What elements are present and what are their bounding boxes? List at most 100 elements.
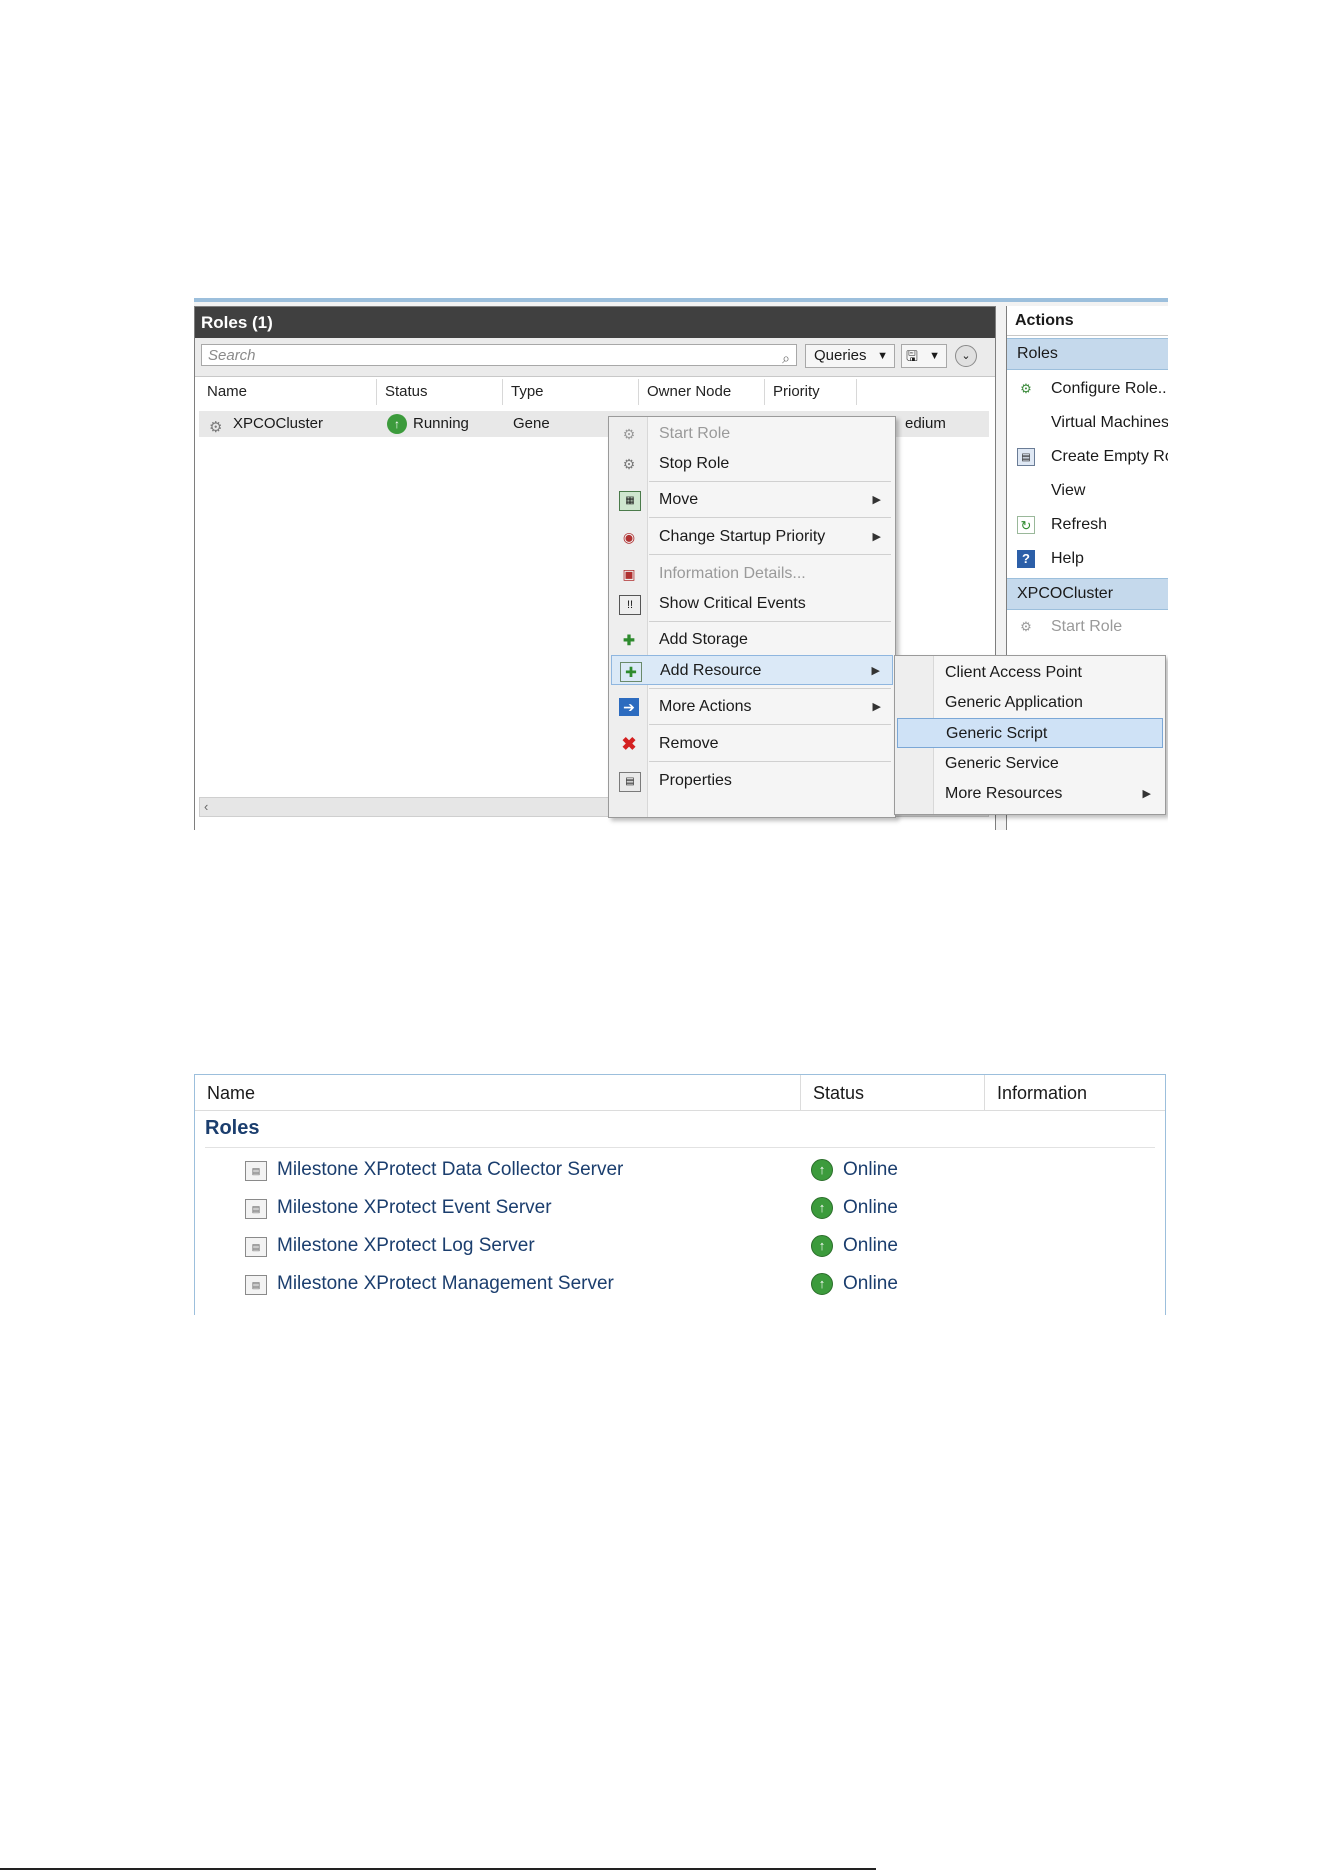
column-header-owner-node[interactable]: Owner Node — [639, 379, 765, 405]
context-menu: ⚙ Start Role ⚙ Stop Role ▦ Move ▶ ◉ Chan… — [608, 416, 896, 818]
column-header-priority[interactable]: Priority — [765, 379, 857, 405]
roles-pane-title: Roles (1) — [195, 307, 995, 338]
table-row[interactable]: ▤ Milestone XProtect Management Server ↑… — [195, 1265, 1165, 1303]
menu-item-label: Stop Role — [659, 455, 730, 472]
remove-icon: ✖ — [621, 734, 637, 754]
server-role-icon: ▤ — [245, 1199, 267, 1219]
action-help[interactable]: ? Help — [1007, 542, 1168, 576]
queries-button[interactable]: Queries ▼ — [805, 344, 895, 368]
submenu-arrow-icon: ▶ — [1142, 788, 1151, 800]
role-name: Milestone XProtect Data Collector Server — [277, 1159, 624, 1180]
menu-item-remove[interactable]: ✖ Remove — [611, 729, 893, 759]
add-storage-icon: ✚ — [623, 632, 635, 648]
start-role-icon: ⚙ — [1020, 619, 1032, 634]
role-name: Milestone XProtect Management Server — [277, 1273, 614, 1294]
chevron-down-icon: ▼ — [929, 350, 940, 362]
menu-separator — [649, 481, 891, 482]
role-priority: edium — [905, 415, 946, 432]
critical-events-icon: !! — [619, 595, 641, 615]
submenu-arrow-icon: ▶ — [872, 494, 881, 506]
menu-item-change-startup-priority[interactable]: ◉ Change Startup Priority ▶ — [611, 522, 893, 552]
online-status-icon: ↑ — [811, 1197, 833, 1219]
role-type: Gene — [513, 415, 550, 432]
action-label: Start Role — [1051, 618, 1123, 635]
submenu-item-generic-application[interactable]: Generic Application — [897, 688, 1163, 718]
action-label: Configure Role... — [1051, 380, 1168, 397]
add-resource-submenu: Client Access Point Generic Application … — [894, 655, 1166, 815]
menu-item-start-role[interactable]: ⚙ Start Role — [611, 419, 893, 449]
scroll-left-icon[interactable]: ‹ — [204, 799, 208, 814]
create-empty-role-icon: ▤ — [1017, 448, 1035, 466]
group-header-roles[interactable]: Roles — [205, 1117, 259, 1140]
role-status: Online — [843, 1159, 898, 1180]
group-divider — [205, 1147, 1155, 1148]
online-status-icon: ↑ — [811, 1273, 833, 1295]
actions-section-cluster[interactable]: XPCOCluster — [1007, 578, 1168, 610]
submenu-arrow-icon: ▶ — [871, 665, 880, 677]
server-role-icon: ▤ — [245, 1161, 267, 1181]
action-refresh[interactable]: ↻ Refresh — [1007, 508, 1168, 542]
menu-item-add-resource[interactable]: ✚ Add Resource ▶ — [611, 655, 893, 685]
column-header-type[interactable]: Type — [503, 379, 639, 405]
search-input[interactable]: Search ⌕ — [201, 344, 797, 366]
table-row[interactable]: ▤ Milestone XProtect Log Server ↑ Online — [195, 1227, 1165, 1265]
submenu-arrow-icon: ▶ — [872, 701, 881, 713]
menu-item-move[interactable]: ▦ Move ▶ — [611, 485, 893, 515]
menu-item-label: Remove — [659, 735, 719, 752]
action-virtual-machines[interactable]: Virtual Machines. — [1007, 406, 1168, 440]
priority-icon: ◉ — [622, 529, 636, 545]
menu-separator — [649, 688, 891, 689]
move-icon: ▦ — [619, 491, 641, 511]
roles-list-screenshot: Name Status Information Roles ▤ Mileston… — [194, 1074, 1166, 1315]
menu-item-show-critical-events[interactable]: !! Show Critical Events — [611, 589, 893, 619]
role-name: XPCOCluster — [233, 415, 324, 432]
menu-separator — [649, 517, 891, 518]
submenu-item-generic-script[interactable]: Generic Script — [897, 718, 1163, 748]
action-create-empty-role[interactable]: ▤ Create Empty Rol — [1007, 440, 1168, 474]
action-label: Help — [1051, 550, 1084, 567]
help-icon: ? — [1017, 550, 1035, 568]
role-status: Online — [843, 1273, 898, 1294]
role-gear-icon: ⚙ — [209, 419, 223, 436]
menu-item-label: Properties — [659, 772, 732, 789]
column-header-status[interactable]: Status — [377, 379, 503, 405]
menu-item-more-actions[interactable]: ➔ More Actions ▶ — [611, 692, 893, 722]
add-resource-icon: ✚ — [620, 662, 642, 682]
expand-toggle-icon[interactable]: ⌄ — [955, 345, 977, 367]
table-row[interactable]: ▤ Milestone XProtect Event Server ↑ Onli… — [195, 1189, 1165, 1227]
configure-role-icon: ⚙ — [1020, 381, 1032, 396]
table-row[interactable]: ▤ Milestone XProtect Data Collector Serv… — [195, 1151, 1165, 1189]
actions-section-roles[interactable]: Roles — [1007, 338, 1168, 370]
save-query-button[interactable]: 🖫 ▼ — [901, 344, 947, 368]
menu-item-stop-role[interactable]: ⚙ Stop Role — [611, 449, 893, 479]
menu-item-label: Start Role — [659, 425, 731, 442]
menu-item-information-details[interactable]: ▣ Information Details... — [611, 559, 893, 589]
action-label: View — [1051, 482, 1086, 499]
column-header-name[interactable]: Name — [199, 379, 377, 405]
submenu-item-client-access-point[interactable]: Client Access Point — [897, 658, 1163, 688]
menu-item-label: Show Critical Events — [659, 595, 806, 612]
menu-item-label: Move — [659, 491, 699, 508]
running-status-icon: ↑ — [387, 414, 407, 434]
save-icon: 🖫 — [906, 348, 918, 364]
menu-item-properties[interactable]: ▤ Properties — [611, 766, 893, 796]
menu-separator — [649, 554, 891, 555]
properties-icon: ▤ — [619, 772, 641, 792]
column-header-name[interactable]: Name — [195, 1075, 801, 1111]
menu-item-add-storage[interactable]: ✚ Add Storage — [611, 625, 893, 655]
search-icon[interactable]: ⌕ — [782, 347, 790, 369]
action-label: Create Empty Rol — [1051, 448, 1168, 465]
action-configure-role[interactable]: ⚙ Configure Role... — [1007, 372, 1168, 406]
action-start-role[interactable]: ⚙ Start Role — [1007, 610, 1168, 644]
information-details-icon: ▣ — [622, 566, 636, 582]
menu-item-label: Information Details... — [659, 565, 806, 582]
start-role-icon: ⚙ — [622, 426, 636, 442]
submenu-item-more-resources[interactable]: More Resources ▶ — [897, 779, 1163, 809]
queries-label: Queries — [814, 347, 867, 364]
column-header-status[interactable]: Status — [801, 1075, 985, 1111]
roles-toolbar: Search ⌕ Queries ▼ 🖫 ▼ ⌄ — [195, 338, 995, 377]
column-header-information[interactable]: Information — [985, 1075, 1165, 1111]
submenu-item-generic-service[interactable]: Generic Service — [897, 749, 1163, 779]
action-view[interactable]: View — [1007, 474, 1168, 508]
role-status: Online — [843, 1235, 898, 1256]
